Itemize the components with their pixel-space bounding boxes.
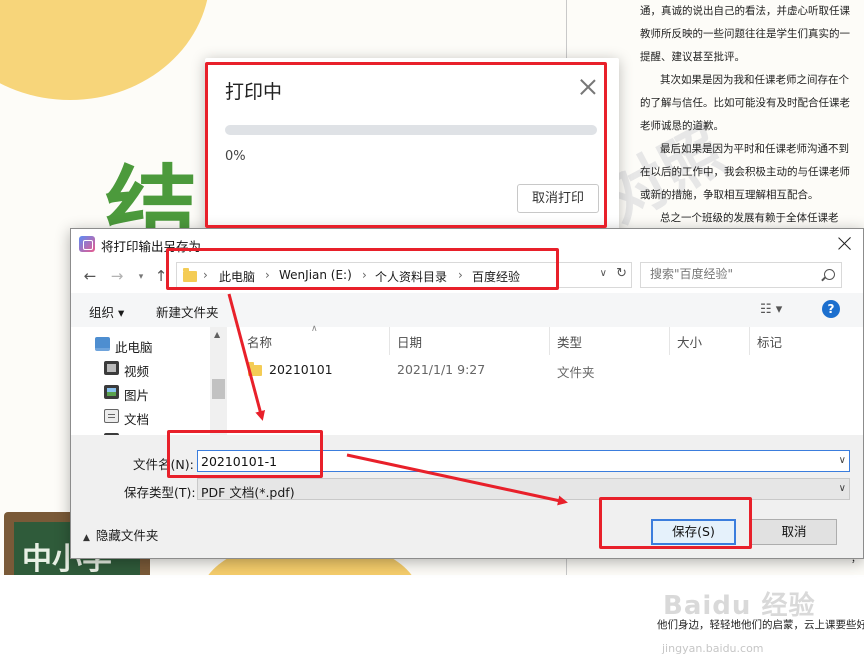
file-row[interactable]: 20210101 2021/1/1 9:27 文件夹	[239, 359, 849, 381]
text-line: 的了解与信任。比如可能没有及时配合任课老	[640, 97, 850, 109]
text-line: 在以后的工作中，我会积极主动的与任课老师	[640, 166, 850, 178]
folder-icon	[248, 362, 262, 376]
document-body-text: 通，真诚的说出自己的看法，并虚心听取任课 教师所反映的一些问题往往是学生们真实的…	[640, 0, 864, 230]
filetype-value: PDF 文档(*.pdf)	[201, 485, 295, 500]
tree-item-label: 视频	[124, 364, 150, 379]
app-icon	[79, 236, 95, 252]
highlight-save-button	[599, 497, 752, 549]
chevron-up-icon: ▲	[83, 533, 90, 543]
tree-item-label: 图片	[124, 388, 150, 403]
column-divider	[669, 327, 670, 355]
text-line: 其次如果是因为我和任课老师之间存在个	[660, 74, 849, 86]
navigation-tree: 此电脑 视频 图片 文档 下载	[71, 327, 228, 451]
text-line: 通，真诚的说出自己的看法，并虚心听取任课	[640, 5, 850, 17]
help-icon[interactable]: ?	[822, 300, 840, 318]
new-folder-button[interactable]: 新建文件夹	[156, 302, 219, 321]
file-type: 文件夹	[557, 365, 595, 380]
pc-icon	[95, 337, 110, 351]
search-icon[interactable]	[824, 269, 835, 280]
search-input[interactable]	[650, 267, 810, 281]
filetype-label: 保存类型(T):	[124, 485, 196, 500]
text-line: 教师所反映的一些问题往往是学生们真实的一	[640, 28, 850, 40]
search-box[interactable]	[640, 262, 842, 288]
tree-item-label: 此电脑	[115, 340, 153, 355]
back-arrow-icon[interactable]: ←	[80, 267, 100, 285]
scrollbar-thumb[interactable]	[212, 379, 225, 399]
filetype-select[interactable]: PDF 文档(*.pdf) ∨	[197, 478, 850, 500]
column-header-type[interactable]: 类型	[557, 332, 582, 351]
column-divider	[389, 327, 390, 355]
picture-icon	[104, 385, 119, 399]
highlight-filename-field	[167, 430, 323, 478]
tree-item-label: 文档	[124, 412, 150, 427]
chevron-down-icon[interactable]: ∨	[839, 483, 846, 494]
decorative-circle	[0, 0, 210, 100]
cancel-button[interactable]: 取消	[751, 519, 837, 545]
baidu-jingyan-url: jingyan.baidu.com	[662, 642, 764, 655]
refresh-icon[interactable]: ↻	[616, 266, 627, 281]
hide-folders-toggle[interactable]: ▲ 隐藏文件夹	[83, 525, 158, 544]
scroll-up-icon[interactable]: ▲	[214, 330, 220, 339]
highlight-address-bar	[166, 248, 559, 290]
dialog-toolbar: 组织 ▾ 新建文件夹 ☷ ▾ ?	[71, 293, 863, 327]
text-line: 老师诚恳的道歉。	[640, 120, 724, 132]
text-line: 提醒、建议甚至批评。	[640, 51, 745, 63]
column-header-tag[interactable]: 标记	[757, 332, 782, 351]
column-header-size[interactable]: 大小	[677, 332, 702, 351]
video-icon	[104, 361, 119, 375]
document-icon	[104, 409, 119, 423]
baidu-jingyan-logo: Baidu 经验	[663, 591, 816, 621]
view-options-icon[interactable]: ☷ ▾	[760, 302, 782, 317]
file-date: 2021/1/1 9:27	[397, 362, 486, 377]
column-divider	[549, 327, 550, 355]
file-list: ∧ 名称 日期 类型 大小 标记 20210101 2021/1/1 9:27 …	[229, 324, 863, 435]
organize-menu[interactable]: 组织 ▾	[89, 302, 124, 321]
recent-locations-chevron-icon[interactable]: ▾	[131, 268, 151, 286]
text-line: 或新的措施，争取相互理解相互配合。	[640, 189, 819, 201]
column-divider	[749, 327, 750, 355]
chevron-down-icon[interactable]: ∨	[839, 455, 846, 466]
forward-arrow-icon[interactable]: →	[107, 267, 127, 285]
tree-scrollbar[interactable]: ▲	[210, 327, 227, 437]
hide-folders-label: 隐藏文件夹	[95, 528, 159, 543]
text-line: 总之一个班级的发展有赖于全体任课老	[660, 212, 839, 224]
address-dropdown-icon[interactable]: ∨	[600, 268, 607, 279]
sort-ascending-icon: ∧	[311, 324, 318, 334]
close-icon[interactable]	[833, 233, 857, 255]
column-header-date[interactable]: 日期	[397, 332, 422, 351]
text-line: 最后如果是因为平时和任课老师沟通不到	[660, 143, 849, 155]
file-name: 20210101	[269, 362, 333, 377]
column-header-name[interactable]: 名称	[247, 332, 272, 351]
highlight-print-dialog	[205, 62, 607, 228]
